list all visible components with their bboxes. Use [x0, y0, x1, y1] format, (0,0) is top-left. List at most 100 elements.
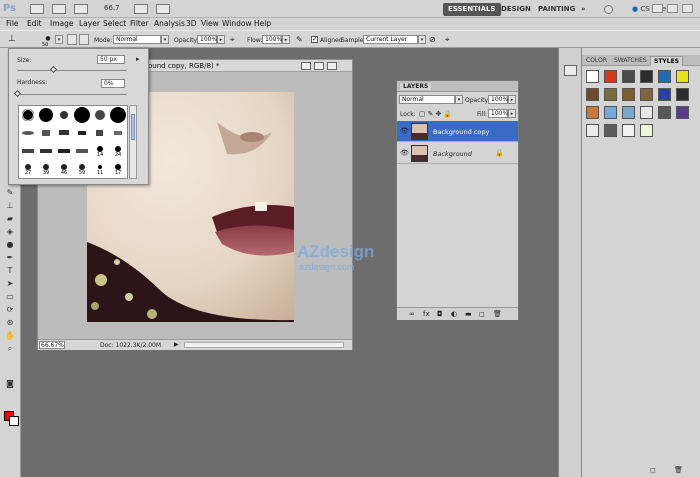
- pressure-size-icon[interactable]: ⌖: [445, 35, 450, 45]
- layer-mask-icon[interactable]: ◘: [437, 310, 443, 318]
- brush-preset[interactable]: [37, 124, 55, 142]
- zoom-level[interactable]: 66.7: [104, 4, 120, 12]
- brush-preset[interactable]: 14: [91, 142, 109, 160]
- style-preset[interactable]: [622, 88, 635, 101]
- menu-help[interactable]: Help: [254, 19, 271, 28]
- size-input[interactable]: 50 px: [97, 55, 125, 64]
- brush-preset[interactable]: 27: [19, 160, 37, 178]
- path-selection-tool-icon[interactable]: ➤: [4, 278, 16, 289]
- close-window-button[interactable]: [682, 4, 693, 13]
- brush-preset[interactable]: [109, 124, 127, 142]
- pen-tool-icon[interactable]: ✒: [4, 252, 16, 263]
- fill-arrow[interactable]: ▸: [508, 109, 516, 118]
- style-preset[interactable]: [676, 70, 689, 83]
- picker-menu-arrow-icon[interactable]: ▸: [136, 55, 140, 63]
- style-preset[interactable]: [640, 88, 653, 101]
- arrange-documents-icon[interactable]: [134, 4, 148, 14]
- minimize-button[interactable]: [652, 4, 663, 13]
- menu-filter[interactable]: Filter: [130, 19, 149, 28]
- pressure-opacity-icon[interactable]: ⌖: [230, 35, 235, 45]
- style-preset[interactable]: [604, 88, 617, 101]
- brush-preset[interactable]: [73, 142, 91, 160]
- brush-preset[interactable]: [19, 142, 37, 160]
- style-preset[interactable]: [586, 88, 599, 101]
- brush-preset[interactable]: [19, 106, 37, 124]
- brush-preset[interactable]: 17: [109, 160, 127, 178]
- view-extras-icon[interactable]: [74, 4, 88, 14]
- style-preset[interactable]: [604, 124, 617, 137]
- menu-window[interactable]: Window: [222, 19, 252, 28]
- maximize-button[interactable]: [667, 4, 678, 13]
- style-preset[interactable]: [676, 106, 689, 119]
- paint-bucket-tool-icon[interactable]: ◈: [4, 226, 16, 237]
- menu-image[interactable]: Image: [50, 19, 74, 28]
- style-preset[interactable]: [622, 106, 635, 119]
- style-preset[interactable]: [658, 106, 671, 119]
- brush-preset[interactable]: 24: [109, 142, 127, 160]
- style-preset[interactable]: [622, 124, 635, 137]
- clone-stamp-tool-icon[interactable]: ⊥: [4, 200, 16, 211]
- style-preset[interactable]: [640, 106, 653, 119]
- brush-preset[interactable]: [73, 124, 91, 142]
- opacity-dropdown-arrow[interactable]: ▸: [217, 35, 225, 44]
- brush-grid-scrollbar[interactable]: [129, 105, 137, 179]
- layers-opacity-input[interactable]: 100%: [488, 95, 508, 104]
- menu-select[interactable]: Select: [103, 19, 126, 28]
- doc-minimize-button[interactable]: [301, 62, 311, 70]
- style-preset[interactable]: [586, 70, 599, 83]
- brush-picker-dropdown[interactable]: ▾: [55, 35, 63, 44]
- menu-analysis[interactable]: Analysis: [154, 19, 185, 28]
- hardness-slider-track[interactable]: [17, 94, 127, 95]
- style-preset[interactable]: [604, 106, 617, 119]
- type-tool-icon[interactable]: T: [4, 265, 16, 276]
- scroll-thumb[interactable]: [131, 114, 135, 140]
- brush-preset[interactable]: [37, 142, 55, 160]
- eraser-tool-icon[interactable]: ▰: [4, 213, 16, 224]
- toggle-clone-source-icon[interactable]: [79, 34, 89, 45]
- layers-tab[interactable]: LAYERS: [397, 81, 518, 92]
- hardness-slider-knob[interactable]: [13, 89, 22, 98]
- brush-preset[interactable]: [55, 106, 73, 124]
- brush-tool-icon[interactable]: ✎: [4, 187, 16, 198]
- 3d-orbit-tool-icon[interactable]: ⊛: [4, 317, 16, 328]
- menu-file[interactable]: File: [6, 19, 19, 28]
- workspace-design-button[interactable]: DESIGN: [496, 3, 536, 16]
- hardness-input[interactable]: 0%: [101, 79, 125, 88]
- brush-preset[interactable]: [91, 106, 109, 124]
- style-preset[interactable]: [640, 124, 653, 137]
- clone-stamp-tool-icon[interactable]: ⊥: [8, 34, 22, 45]
- zoom-tool-icon[interactable]: ⌕: [4, 343, 16, 354]
- brush-preset[interactable]: [91, 124, 109, 142]
- toggle-brush-panel-icon[interactable]: [67, 34, 77, 45]
- size-slider-knob[interactable]: [50, 65, 58, 74]
- layer-row[interactable]: 👁 Background copy: [397, 121, 518, 142]
- launch-mini-bridge-icon[interactable]: [52, 4, 66, 14]
- launch-bridge-icon[interactable]: [30, 4, 44, 14]
- style-preset[interactable]: [586, 106, 599, 119]
- adjustment-layer-icon[interactable]: ◐: [451, 310, 457, 318]
- dodge-tool-icon[interactable]: ●: [4, 239, 16, 250]
- delete-style-icon[interactable]: 🗑: [674, 466, 683, 474]
- menu-layer[interactable]: Layer: [79, 19, 100, 28]
- style-preset[interactable]: [676, 88, 689, 101]
- style-preset[interactable]: [658, 88, 671, 101]
- flow-input[interactable]: 100%: [262, 35, 282, 44]
- background-color-swatch[interactable]: [9, 416, 19, 426]
- lock-icons[interactable]: ▢✎✥🔒: [419, 110, 454, 118]
- menu-3d[interactable]: 3D: [186, 19, 197, 28]
- opacity-input[interactable]: 100%: [197, 35, 217, 44]
- style-preset[interactable]: [604, 70, 617, 83]
- aligned-checkbox[interactable]: ✓: [311, 35, 318, 43]
- status-menu-arrow[interactable]: ▶: [174, 341, 181, 349]
- fill-input[interactable]: 100%: [488, 109, 508, 118]
- doc-close-button[interactable]: [327, 62, 337, 70]
- brush-preset[interactable]: [55, 142, 73, 160]
- quick-mask-icon[interactable]: ◙: [4, 378, 16, 389]
- tab-styles[interactable]: STYLES: [650, 56, 684, 66]
- lock-pixels-icon[interactable]: ✎: [428, 110, 436, 118]
- group-folder-icon[interactable]: ▬: [465, 310, 472, 318]
- sample-select[interactable]: Current Layer: [363, 35, 418, 44]
- brush-preset[interactable]: [73, 106, 91, 124]
- brush-presets-grid[interactable]: 14 24 27 39 46 59 11 17: [18, 105, 128, 179]
- rectangle-tool-icon[interactable]: ▭: [4, 291, 16, 302]
